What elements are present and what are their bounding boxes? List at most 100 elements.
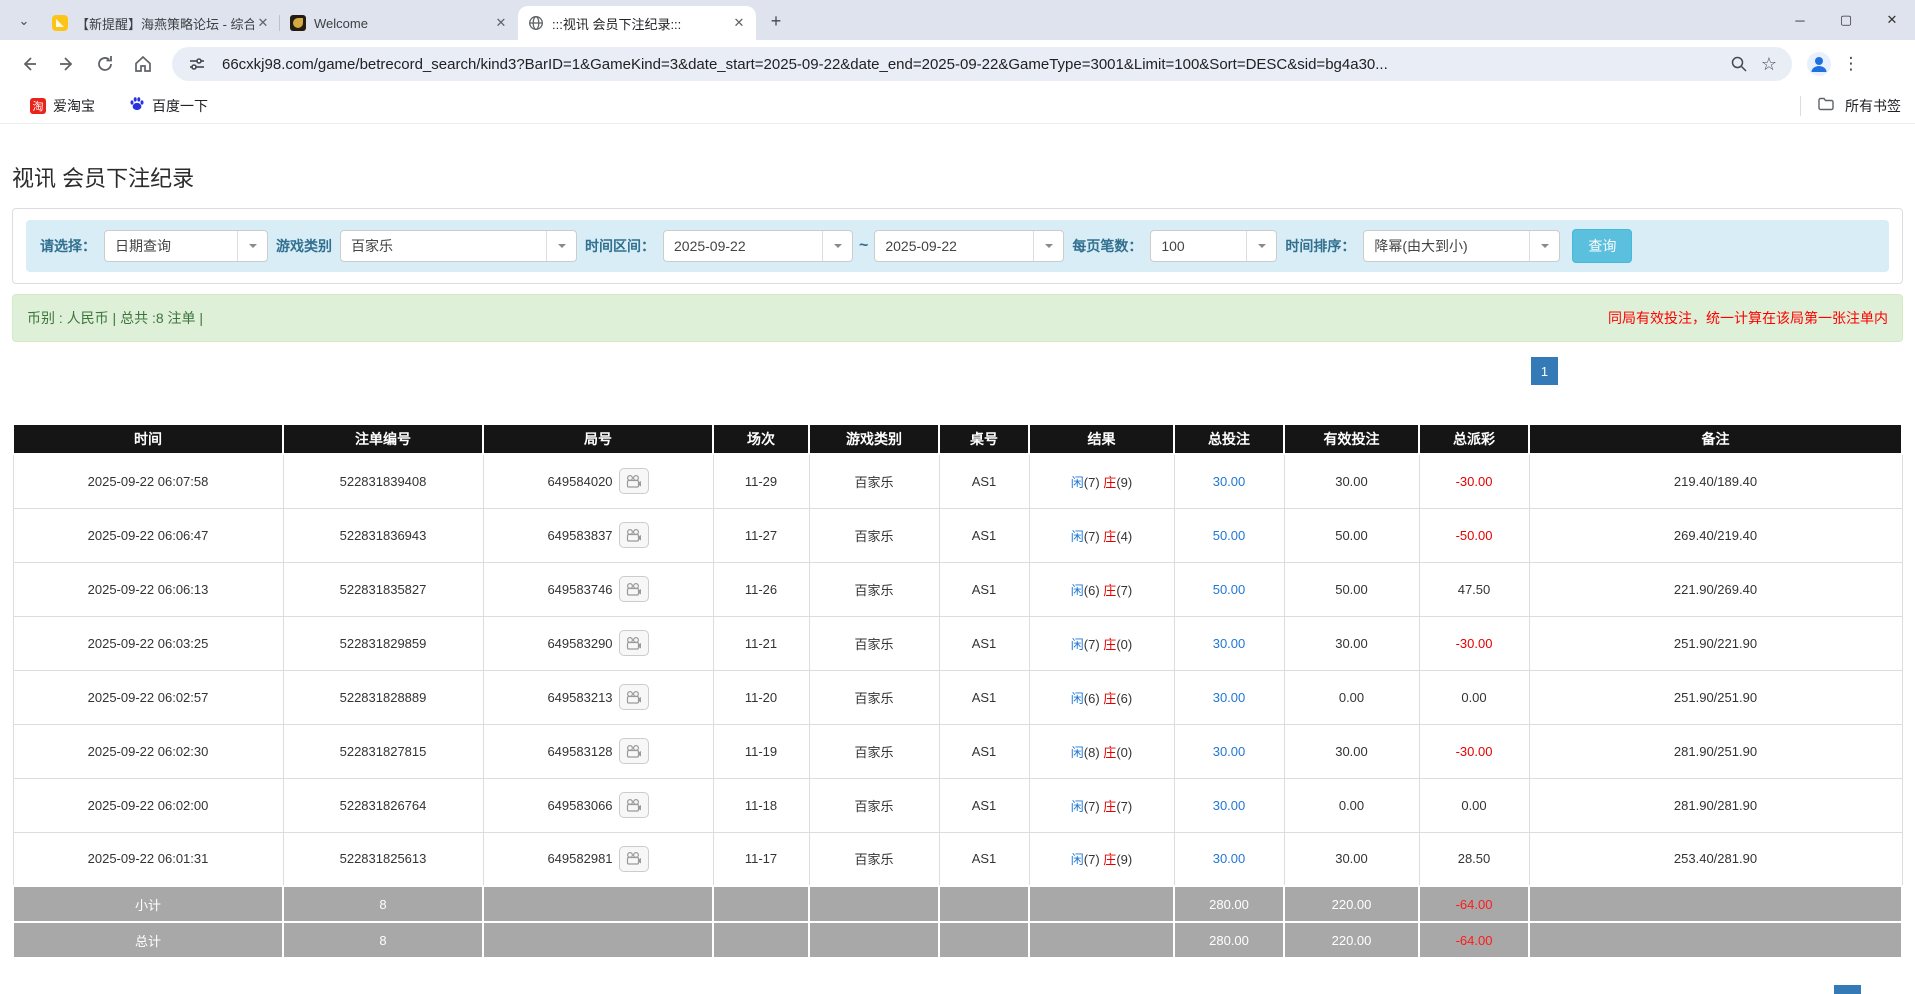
chevron-down-icon[interactable] [1033,231,1063,261]
cell-remark: 251.90/221.90 [1529,616,1902,670]
col-header-total-bet: 总投注 [1174,424,1284,454]
cell-time: 2025-09-22 06:02:30 [13,724,283,778]
cell-result: 闲(7) 庄(9) [1029,454,1174,508]
forward-icon[interactable] [48,45,86,83]
tab-close-icon[interactable]: ✕ [492,14,510,32]
cell-payout: 47.50 [1419,562,1529,616]
maximize-button[interactable]: ▢ [1823,0,1869,40]
close-window-button[interactable]: ✕ [1869,0,1915,40]
minimize-button[interactable]: ─ [1777,0,1823,40]
video-replay-icon[interactable] [619,630,649,656]
video-replay-icon[interactable] [619,522,649,548]
cell-result: 闲(8) 庄(0) [1029,724,1174,778]
round-id-text: 649582981 [547,851,612,866]
per-page-value: 100 [1151,231,1246,261]
date-end-select[interactable]: 2025-09-22 [874,230,1064,262]
subtotal-row: 小计 8 280.00 220.00 -64.00 [13,886,1902,922]
table-row: 2025-09-22 06:06:47522831836943649583837… [13,508,1902,562]
cell-remark: 253.40/281.90 [1529,832,1902,886]
folder-icon [1817,95,1835,116]
cell-table-no: AS1 [939,778,1029,832]
chevron-down-icon[interactable] [822,231,852,261]
col-header-payout: 总派彩 [1419,424,1529,454]
reload-icon[interactable] [86,45,124,83]
tab-close-icon[interactable]: ✕ [254,14,272,32]
cell-payout: -30.00 [1419,616,1529,670]
video-replay-icon[interactable] [619,846,649,872]
banker-result: 庄 [1103,799,1116,814]
chevron-down-icon[interactable] [237,231,267,261]
chevron-down-icon[interactable] [1246,231,1276,261]
bookmark-star-icon[interactable]: ☆ [1754,49,1784,79]
game-type-label: 游戏类别 [276,236,332,256]
cell-game-type: 百家乐 [809,832,939,886]
cell-result: 闲(7) 庄(9) [1029,832,1174,886]
player-points: (7) [1084,529,1104,544]
video-replay-icon[interactable] [619,738,649,764]
cell-session: 11-21 [713,616,809,670]
player-points: (7) [1084,799,1104,814]
new-tab-button[interactable]: + [762,7,790,35]
video-replay-icon[interactable] [619,576,649,602]
cell-remark: 281.90/281.90 [1529,778,1902,832]
player-result: 闲 [1071,529,1084,544]
video-replay-icon[interactable] [619,468,649,494]
player-points: (7) [1084,852,1104,867]
navigation-bar: 66cxkj98.com/game/betrecord_search/kind3… [0,40,1915,88]
cell-payout: 0.00 [1419,778,1529,832]
query-type-select[interactable]: 日期查询 [104,230,268,262]
per-page-select[interactable]: 100 [1150,230,1277,262]
chevron-down-icon[interactable] [1529,231,1559,261]
cell-total-bet: 30.00 [1174,832,1284,886]
tab-forum[interactable]: 【新提醒】海燕策略论坛 - 综合 ✕ [42,6,280,40]
per-page-label: 每页笔数： [1072,236,1142,256]
chevron-down-icon[interactable] [546,231,576,261]
tab-welcome[interactable]: Welcome ✕ [280,6,518,40]
cell-round-id: 649583837 [483,508,713,562]
home-icon[interactable] [124,45,162,83]
cell-game-type: 百家乐 [809,670,939,724]
page-1-button[interactable]: 1 [1531,357,1558,385]
banker-points: (7) [1116,799,1132,814]
query-button[interactable]: 查询 [1572,229,1632,263]
select-type-label: 请选择： [40,236,96,256]
address-bar[interactable]: 66cxkj98.com/game/betrecord_search/kind3… [172,47,1792,81]
cell-table-no: AS1 [939,616,1029,670]
browser-menu-icon[interactable]: ⋮ [1836,47,1866,81]
sort-select[interactable]: 降幂(由大到小) [1363,230,1560,262]
cell-total-bet: 50.00 [1174,508,1284,562]
forum-favicon-icon [52,15,68,31]
page-title: 视讯 会员下注纪录 [12,161,1903,193]
bookmark-baidu[interactable]: 百度一下 [129,96,208,116]
tab-bet-records[interactable]: :::视讯 会员下注纪录::: ✕ [518,6,756,40]
subtotal-payout: -64.00 [1419,886,1529,922]
video-replay-icon[interactable] [619,792,649,818]
back-icon[interactable] [10,45,48,83]
banker-result: 庄 [1103,691,1116,706]
bookmark-taobao[interactable]: 淘 爱淘宝 [30,96,95,116]
banker-points: (9) [1116,475,1132,490]
date-start-select[interactable]: 2025-09-22 [663,230,853,262]
tab-search-icon[interactable]: ⌄ [10,7,38,35]
page-1-button[interactable]: 1 [1834,985,1861,994]
all-bookmarks[interactable]: 所有书签 [1800,95,1901,116]
profile-avatar[interactable] [1802,47,1836,81]
table-row: 2025-09-22 06:03:25522831829859649583290… [13,616,1902,670]
player-points: (8) [1084,745,1104,760]
cell-bet-id: 522831827815 [283,724,483,778]
filter-bar: 请选择： 日期查询 游戏类别 百家乐 时间区间： 2025-09-22 ~ 20… [26,220,1889,272]
tab-close-icon[interactable]: ✕ [730,14,748,32]
table-row: 2025-09-22 06:01:31522831825613649582981… [13,832,1902,886]
player-points: (7) [1084,637,1104,652]
zoom-icon[interactable] [1724,49,1754,79]
cell-game-type: 百家乐 [809,616,939,670]
round-id-text: 649583128 [547,744,612,759]
cell-time: 2025-09-22 06:06:47 [13,508,283,562]
video-replay-icon[interactable] [619,684,649,710]
url-text[interactable]: 66cxkj98.com/game/betrecord_search/kind3… [222,56,1724,73]
site-settings-icon[interactable] [182,49,212,79]
game-type-select[interactable]: 百家乐 [340,230,577,262]
cell-round-id: 649582981 [483,832,713,886]
cell-game-type: 百家乐 [809,454,939,508]
cell-game-type: 百家乐 [809,724,939,778]
